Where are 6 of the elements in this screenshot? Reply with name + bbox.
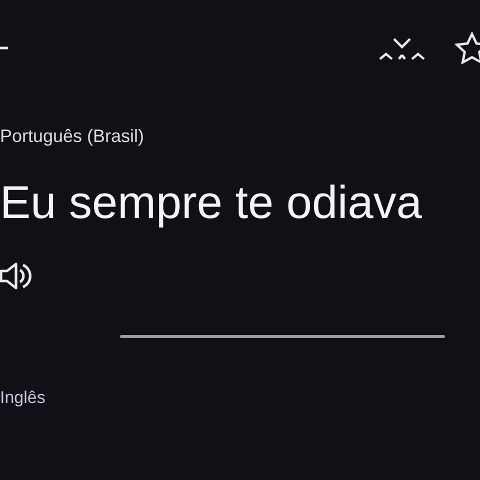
source-text: Eu sempre te odiava [0, 175, 423, 229]
star-icon[interactable] [454, 32, 480, 64]
target-language-label[interactable]: Inglês [0, 388, 480, 408]
speaker-icon[interactable] [0, 261, 32, 291]
collapse-icon[interactable] [378, 35, 426, 61]
source-language-label[interactable]: Português (Brasil) [0, 126, 480, 147]
